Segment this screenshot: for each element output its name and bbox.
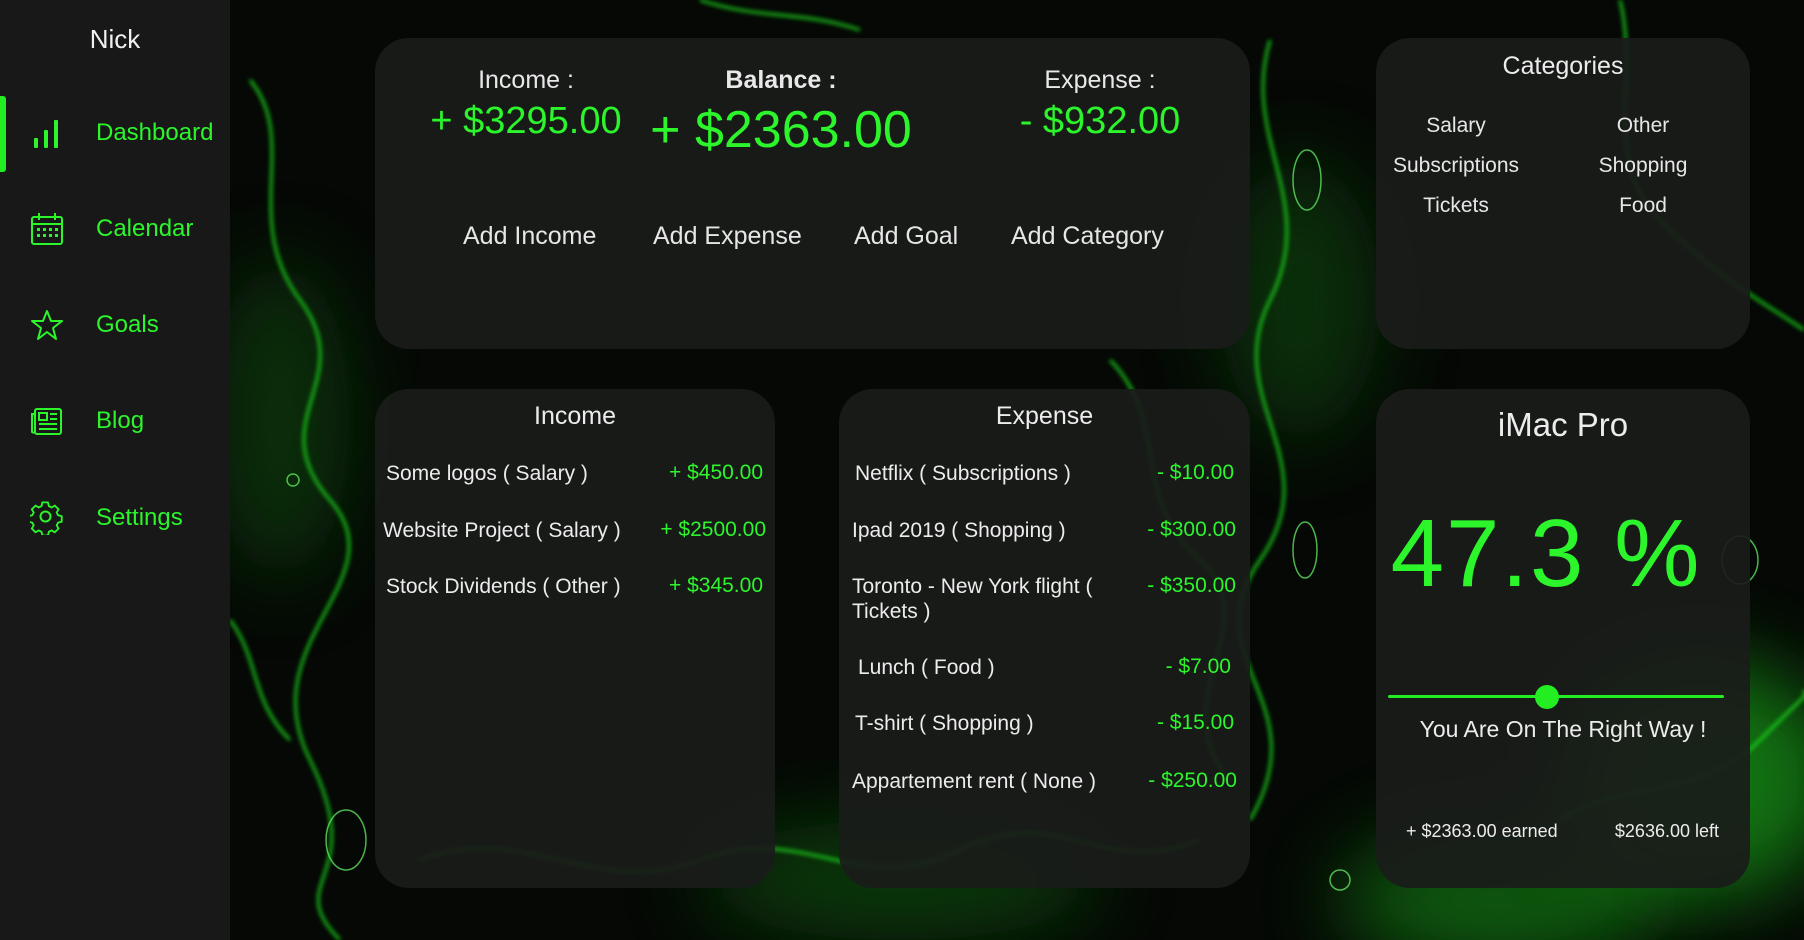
expense-name: T-shirt ( Shopping ) [855, 712, 1034, 735]
sidebar-item-label: Calendar [96, 215, 194, 242]
income-name: Website Project ( Salary ) [383, 519, 621, 542]
expense-amount: - $7.00 [1165, 655, 1231, 678]
income-total: + $3295.00 [430, 100, 622, 142]
expense-amount: - $250.00 [1148, 769, 1237, 792]
category-item[interactable]: Other [1548, 114, 1738, 138]
sidebar-item-blog[interactable]: Blog [0, 391, 230, 451]
star-icon [31, 310, 63, 340]
category-item[interactable]: Tickets [1361, 194, 1551, 218]
income-name: Some logos ( Salary ) [386, 462, 588, 485]
bar-chart-icon [34, 120, 58, 148]
categories-card: Categories Salary Other Subscriptions Sh… [1376, 38, 1750, 349]
summary-card: Income : + $3295.00 Balance : + $2363.00… [375, 38, 1250, 349]
income-title: Income [534, 402, 616, 430]
expense-amount: - $300.00 [1147, 518, 1236, 541]
user-name: Nick [89, 24, 141, 54]
calendar-icon [31, 213, 63, 245]
expense-name: Netflix ( Subscriptions ) [855, 462, 1071, 485]
income-amount: + $345.00 [668, 574, 763, 597]
goal-title: iMac Pro [1497, 406, 1629, 443]
category-item[interactable]: Subscriptions [1361, 154, 1551, 178]
sidebar-item-label: Goals [96, 311, 159, 338]
expense-card: Expense Netflix ( Subscriptions ) - $10.… [839, 389, 1250, 888]
add-category-button[interactable]: Add Category [1011, 222, 1164, 251]
income-amount: + $2500.00 [660, 518, 766, 541]
sidebar-item-label: Dashboard [96, 119, 214, 146]
category-item[interactable]: Shopping [1548, 154, 1738, 178]
sidebar: Nick Dashboard Calendar Goals Blog Setti… [0, 0, 230, 940]
newspaper-icon [31, 408, 62, 435]
expense-name: Toronto - New York flight ( Tickets ) [852, 575, 1093, 623]
goal-message: You Are On The Right Way ! [1419, 716, 1707, 742]
expense-total: - $932.00 [1019, 100, 1181, 142]
goal-percent: 47.3 % [1390, 500, 1702, 607]
expense-amount: - $10.00 [1156, 461, 1234, 484]
sidebar-item-label: Settings [96, 504, 183, 531]
add-goal-button[interactable]: Add Goal [854, 222, 958, 251]
category-item[interactable]: Salary [1361, 114, 1551, 138]
expense-name: Appartement rent ( None ) [852, 770, 1096, 793]
income-label: Income : [478, 66, 574, 94]
category-item[interactable]: Food [1548, 194, 1738, 218]
balance-label: Balance : [725, 66, 837, 94]
sidebar-item-label: Blog [96, 407, 145, 434]
expense-amount: - $350.00 [1147, 574, 1236, 597]
goal-left: $2636.00 left [1614, 821, 1719, 841]
income-name: Stock Dividends ( Other ) [386, 575, 621, 598]
gear-icon [30, 501, 63, 535]
sidebar-item-dashboard[interactable]: Dashboard [0, 103, 230, 163]
expense-label: Expense : [1044, 66, 1156, 94]
income-amount: + $450.00 [668, 461, 763, 484]
sidebar-item-settings[interactable]: Settings [0, 488, 230, 548]
goal-earned: + $2363.00 earned [1406, 821, 1558, 841]
expense-name: Ipad 2019 ( Shopping ) [852, 519, 1066, 542]
expense-title: Expense [995, 402, 1094, 430]
add-income-button[interactable]: Add Income [463, 222, 596, 251]
balance-total: + $2363.00 [650, 101, 912, 159]
expense-amount: - $15.00 [1156, 711, 1234, 734]
sidebar-item-goals[interactable]: Goals [0, 295, 230, 355]
income-card: Income Some logos ( Salary ) + $450.00 W… [375, 389, 775, 888]
expense-name: Lunch ( Food ) [858, 656, 995, 679]
categories-title: Categories [1502, 52, 1624, 80]
goal-card[interactable]: iMac Pro 47.3 % You Are On The Right Way… [1376, 389, 1750, 888]
sidebar-item-calendar[interactable]: Calendar [0, 199, 230, 259]
add-expense-button[interactable]: Add Expense [653, 222, 802, 251]
goal-progress-thumb[interactable] [1534, 685, 1559, 709]
